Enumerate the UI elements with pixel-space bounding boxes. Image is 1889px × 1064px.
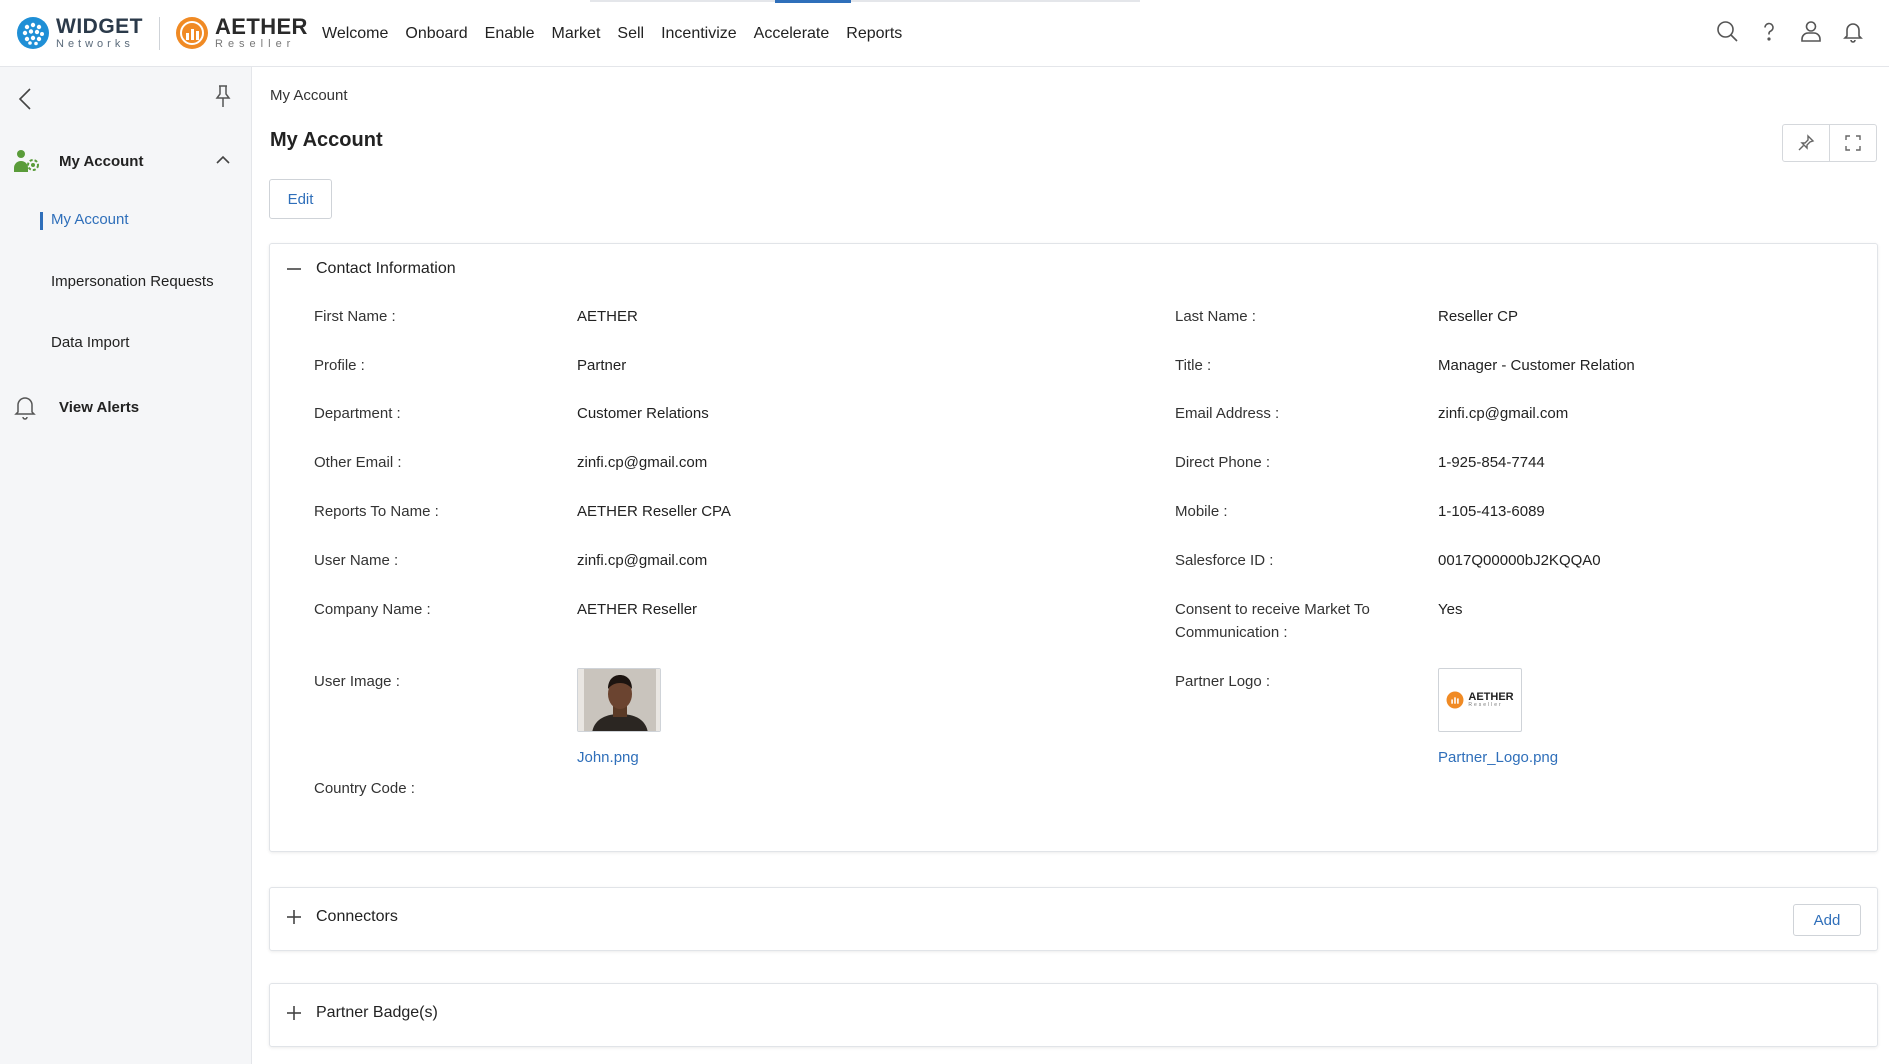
- partner-logo-label: Partner Logo :: [1175, 673, 1271, 690]
- reports-to-name-label: Reports To Name :: [314, 503, 439, 520]
- nav-reports[interactable]: Reports: [846, 25, 902, 43]
- bell-icon[interactable]: [1841, 18, 1865, 44]
- consent-value: Yes: [1438, 601, 1463, 618]
- user-image-label: User Image :: [314, 673, 400, 690]
- title-actions: [1782, 124, 1877, 162]
- connectors-title: Connectors: [316, 908, 398, 925]
- sidebar-item-view-alerts[interactable]: View Alerts: [12, 393, 139, 421]
- main-content: My Account My Account Edit Contact Infor…: [253, 67, 1889, 1064]
- contact-information-header[interactable]: Contact Information: [286, 260, 456, 278]
- first-name-value: AETHER: [577, 308, 638, 325]
- collapse-back-icon[interactable]: [14, 85, 38, 113]
- user-icon[interactable]: [1799, 18, 1823, 44]
- nav-market[interactable]: Market: [551, 25, 600, 43]
- direct-phone-label: Direct Phone :: [1175, 454, 1271, 471]
- aether-reseller-logo[interactable]: AETHER Reseller: [175, 16, 308, 50]
- view-alerts-label: View Alerts: [59, 398, 140, 416]
- sidebar-item-my-account[interactable]: My Account: [51, 211, 129, 228]
- edit-button[interactable]: Edit: [269, 179, 332, 219]
- sidebar-section-my-account[interactable]: My Account: [12, 143, 238, 179]
- add-connector-button[interactable]: Add: [1793, 904, 1861, 936]
- other-email-label: Other Email :: [314, 454, 402, 471]
- search-icon[interactable]: [1715, 18, 1739, 44]
- page-title: My Account: [270, 129, 383, 151]
- company-name-label: Company Name :: [314, 601, 431, 618]
- widget-networks-logo[interactable]: WIDGET Networks: [16, 16, 143, 50]
- sidebar-item-data-import[interactable]: Data Import: [51, 334, 129, 351]
- widget-logo-icon: [17, 17, 49, 49]
- sidebar-item-impersonation-requests[interactable]: Impersonation Requests: [51, 273, 214, 290]
- aether-logo-icon: [176, 17, 208, 49]
- country-code-label: Country Code :: [314, 780, 415, 797]
- title-value: Manager - Customer Relation: [1438, 357, 1635, 374]
- salesforce-id-value: 0017Q00000bJ2KQQA0: [1438, 552, 1601, 569]
- department-value: Customer Relations: [577, 405, 709, 422]
- other-email-value: zinfi.cp@gmail.com: [577, 454, 708, 471]
- partner-logo-thumbnail[interactable]: AETHER Reseller: [1438, 668, 1522, 732]
- collapse-minus-icon: [287, 268, 301, 270]
- partner-badges-card: Partner Badge(s): [269, 983, 1878, 1047]
- user-image-thumbnail[interactable]: [577, 668, 661, 732]
- last-name-label: Last Name :: [1175, 308, 1256, 325]
- aether-brand-subtitle: Reseller: [215, 38, 296, 50]
- top-icons: [1715, 18, 1865, 44]
- profile-label: Profile :: [314, 357, 365, 374]
- brand-divider: [159, 17, 160, 50]
- salesforce-id-label: Salesforce ID :: [1175, 552, 1274, 569]
- nav-welcome[interactable]: Welcome: [322, 25, 388, 43]
- contact-information-title: Contact Information: [316, 260, 456, 277]
- expand-plus-icon: [287, 910, 301, 924]
- fullscreen-icon: [1845, 135, 1861, 151]
- contact-information-card: Contact Information First Name : AETHER …: [269, 243, 1878, 852]
- department-label: Department :: [314, 405, 401, 422]
- user-name-value: zinfi.cp@gmail.com: [577, 552, 708, 569]
- nav-incentivize[interactable]: Incentivize: [661, 25, 737, 43]
- title-label: Title :: [1175, 357, 1212, 374]
- connectors-header[interactable]: Connectors: [286, 908, 398, 926]
- direct-phone-value: 1-925-854-7744: [1438, 454, 1545, 471]
- first-name-label: First Name :: [314, 308, 396, 325]
- aether-brand-title: AETHER: [215, 14, 308, 39]
- mobile-label: Mobile :: [1175, 503, 1228, 520]
- mobile-value: 1-105-413-6089: [1438, 503, 1545, 520]
- nav-sell[interactable]: Sell: [617, 25, 644, 43]
- partner-badges-header[interactable]: Partner Badge(s): [286, 1004, 438, 1022]
- help-icon[interactable]: [1757, 18, 1781, 44]
- consent-label: Consent to receive Market To Communicati…: [1175, 601, 1370, 641]
- partner-badges-title: Partner Badge(s): [316, 1004, 438, 1021]
- nav-accelerate[interactable]: Accelerate: [754, 25, 830, 43]
- nav-onboard[interactable]: Onboard: [405, 25, 467, 43]
- top-bar: WIDGET Networks AETHER Reseller Welcome …: [0, 0, 1889, 67]
- pin-icon[interactable]: [212, 83, 234, 109]
- widget-brand-title: WIDGET: [56, 15, 143, 38]
- chevron-up-icon[interactable]: [214, 151, 232, 169]
- active-item-indicator: [40, 212, 43, 230]
- bell-icon: [14, 397, 36, 420]
- main-nav: Welcome Onboard Enable Market Sell Incen…: [322, 0, 902, 67]
- email-address-label: Email Address :: [1175, 405, 1280, 422]
- pin-page-button[interactable]: [1783, 125, 1829, 161]
- sidebar-section-label: My Account: [59, 152, 144, 170]
- reports-to-name-value: AETHER Reseller CPA: [577, 503, 731, 520]
- partner-logo-file-link[interactable]: Partner_Logo.png: [1438, 749, 1558, 766]
- breadcrumb[interactable]: My Account: [270, 87, 348, 104]
- partner-logo-subtext: Reseller: [1468, 702, 1503, 708]
- connectors-card: Connectors Add: [269, 887, 1878, 951]
- user-portrait-image: [578, 669, 660, 731]
- pin-icon: [1798, 134, 1815, 151]
- aether-logo-icon: [1446, 691, 1464, 709]
- profile-value: Partner: [577, 357, 627, 374]
- expand-plus-icon: [287, 1006, 301, 1020]
- sidebar: My Account My Account Impersonation Requ…: [0, 67, 252, 1064]
- account-settings-icon: [14, 150, 39, 172]
- email-address-value: zinfi.cp@gmail.com: [1438, 405, 1569, 422]
- nav-enable[interactable]: Enable: [485, 25, 535, 43]
- company-name-value: AETHER Reseller: [577, 601, 698, 618]
- last-name-value: Reseller CP: [1438, 308, 1519, 325]
- fullscreen-button[interactable]: [1829, 125, 1876, 161]
- user-image-file-link[interactable]: John.png: [577, 749, 639, 766]
- widget-brand-subtitle: Networks: [56, 38, 134, 50]
- user-name-label: User Name :: [314, 552, 399, 569]
